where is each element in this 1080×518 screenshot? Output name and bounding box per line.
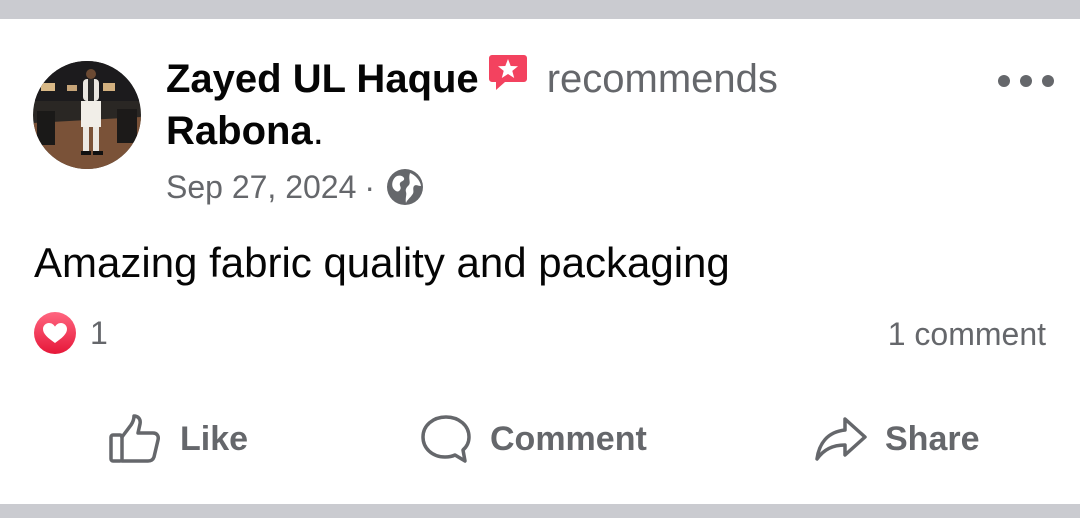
page-name[interactable]: Rabona <box>166 109 313 153</box>
comment-count[interactable]: 1 comment <box>888 314 1046 354</box>
thumbs-up-icon <box>108 413 164 465</box>
love-reaction-icon <box>32 310 78 356</box>
post-meta: Sep 27, 2024 · <box>166 167 425 207</box>
recommend-badge-icon <box>487 52 529 105</box>
comment-bubble-icon <box>418 413 474 465</box>
post-body: Amazing fabric quality and packaging <box>34 239 730 286</box>
meta-separator: · <box>364 169 376 205</box>
reaction-count: 1 <box>90 314 108 351</box>
more-dot <box>998 75 1010 87</box>
more-dot <box>1020 75 1032 87</box>
page-name-suffix: . <box>312 109 324 153</box>
post-date[interactable]: Sep 27, 2024 <box>166 167 356 207</box>
post-header: Zayed UL Haque recommends <box>166 52 778 105</box>
recommended-page: Rabona. <box>166 107 324 155</box>
globe-icon <box>385 167 425 207</box>
more-options-icon[interactable] <box>998 69 1054 93</box>
author-name[interactable]: Zayed UL Haque <box>166 57 479 101</box>
post-card: Zayed UL Haque recommends Rabona. Sep 27,… <box>0 19 1080 504</box>
avatar[interactable] <box>33 61 141 169</box>
share-arrow-icon <box>813 413 869 465</box>
comment-button[interactable]: Comment <box>418 413 647 465</box>
reactions-summary[interactable]: 1 <box>32 310 108 356</box>
more-dot <box>1042 75 1054 87</box>
share-button[interactable]: Share <box>813 413 980 465</box>
share-label: Share <box>885 419 980 458</box>
like-button[interactable]: Like <box>108 413 248 465</box>
like-label: Like <box>180 419 249 458</box>
recommends-text: recommends <box>546 57 778 101</box>
comment-label: Comment <box>490 419 647 458</box>
